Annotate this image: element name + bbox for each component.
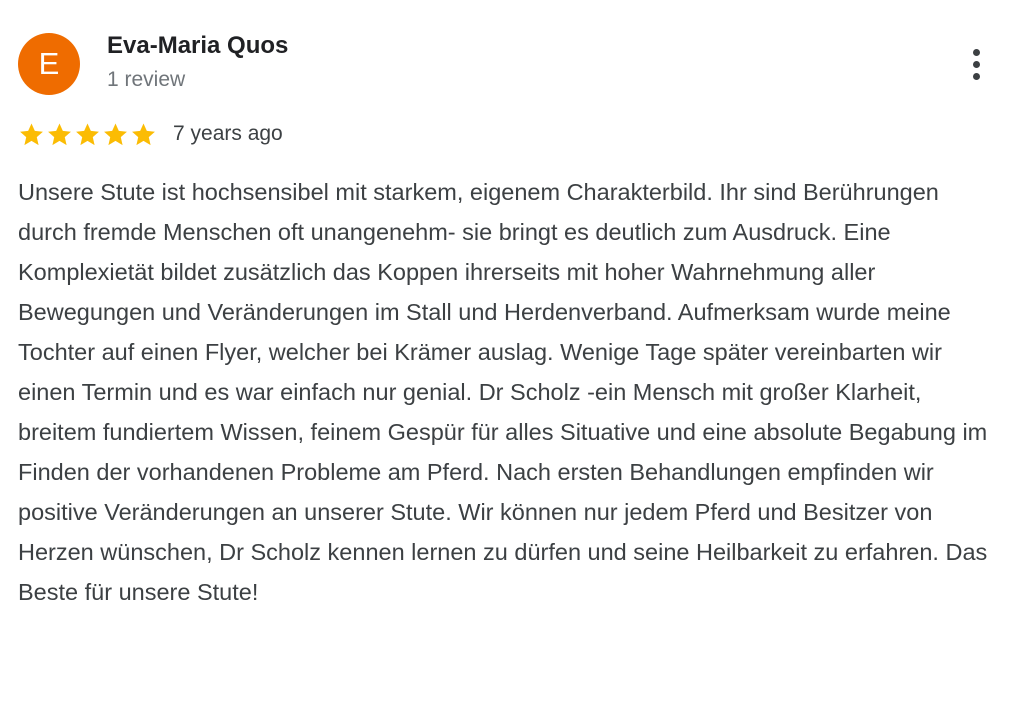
star-icon — [130, 121, 157, 148]
more-vert-icon — [972, 48, 980, 56]
reviewer-name[interactable]: Eva-Maria Quos — [107, 32, 288, 60]
avatar[interactable]: E — [18, 33, 80, 95]
review-date: 7 years ago — [173, 122, 283, 145]
review-card: E Eva-Maria Quos 1 review 7 years ago Un… — [0, 0, 1024, 702]
star-icon — [102, 121, 129, 148]
rating-row: 7 years ago — [18, 118, 283, 150]
star-icon — [18, 121, 45, 148]
avatar-initial: E — [38, 46, 60, 81]
star-rating — [18, 121, 157, 148]
review-text: Unsere Stute ist hochsensibel mit starke… — [18, 179, 988, 605]
star-icon — [74, 121, 101, 148]
review-count: 1 review — [107, 68, 186, 91]
star-icon — [46, 121, 73, 148]
more-vert-icon-dot — [972, 72, 980, 80]
more-vert-icon-dot — [972, 60, 980, 68]
more-options-button[interactable] — [956, 40, 996, 88]
